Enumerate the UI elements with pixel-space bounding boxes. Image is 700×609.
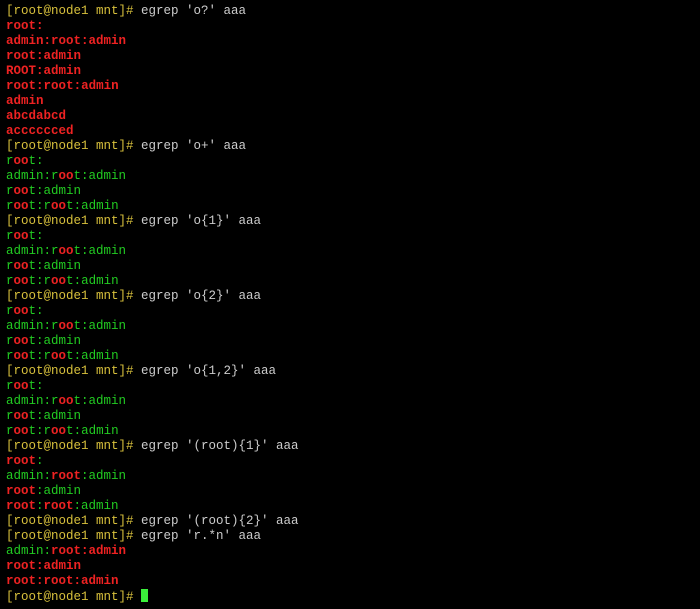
- output-line: ROOT:admin: [6, 64, 694, 79]
- output-line: root:root:admin: [6, 574, 694, 589]
- output-line: root:root:admin: [6, 199, 694, 214]
- cursor: [141, 589, 148, 602]
- command-line[interactable]: [root@node1 mnt]# egrep 'o?' aaa: [6, 4, 694, 19]
- output-line: root:admin: [6, 559, 694, 574]
- command-line[interactable]: [root@node1 mnt]# egrep 'o+' aaa: [6, 139, 694, 154]
- output-line: root:admin: [6, 184, 694, 199]
- output-line: admin:root:admin: [6, 469, 694, 484]
- output-line: admin: [6, 94, 694, 109]
- output-line: admin:root:admin: [6, 34, 694, 49]
- output-line: acccccced: [6, 124, 694, 139]
- command-line[interactable]: [root@node1 mnt]# egrep 'o{1,2}' aaa: [6, 364, 694, 379]
- output-line: root:root:admin: [6, 79, 694, 94]
- command-line[interactable]: [root@node1 mnt]# egrep 'o{1}' aaa: [6, 214, 694, 229]
- output-line: admin:root:admin: [6, 319, 694, 334]
- output-line: root:root:admin: [6, 424, 694, 439]
- output-line: root:: [6, 454, 694, 469]
- command-line[interactable]: [root@node1 mnt]# egrep 'r.*n' aaa: [6, 529, 694, 544]
- command-line[interactable]: [root@node1 mnt]# egrep 'o{2}' aaa: [6, 289, 694, 304]
- output-line: root:admin: [6, 484, 694, 499]
- output-line: root:root:admin: [6, 349, 694, 364]
- output-line: root:admin: [6, 409, 694, 424]
- output-line: root:admin: [6, 49, 694, 64]
- terminal-output: [root@node1 mnt]# egrep 'o?' aaaroot:adm…: [6, 4, 694, 605]
- output-line: root:root:admin: [6, 499, 694, 514]
- output-line: root:: [6, 229, 694, 244]
- command-line[interactable]: [root@node1 mnt]# egrep '(root){1}' aaa: [6, 439, 694, 454]
- output-line: root:admin: [6, 259, 694, 274]
- output-line: admin:root:admin: [6, 544, 694, 559]
- output-line: root:admin: [6, 334, 694, 349]
- output-line: admin:root:admin: [6, 244, 694, 259]
- output-line: root:: [6, 379, 694, 394]
- output-line: admin:root:admin: [6, 169, 694, 184]
- command-line-active[interactable]: [root@node1 mnt]#: [6, 589, 694, 605]
- output-line: root:: [6, 304, 694, 319]
- output-line: abcdabcd: [6, 109, 694, 124]
- output-line: admin:root:admin: [6, 394, 694, 409]
- output-line: root:: [6, 154, 694, 169]
- output-line: root:root:admin: [6, 274, 694, 289]
- command-line[interactable]: [root@node1 mnt]# egrep '(root){2}' aaa: [6, 514, 694, 529]
- output-line: root:: [6, 19, 694, 34]
